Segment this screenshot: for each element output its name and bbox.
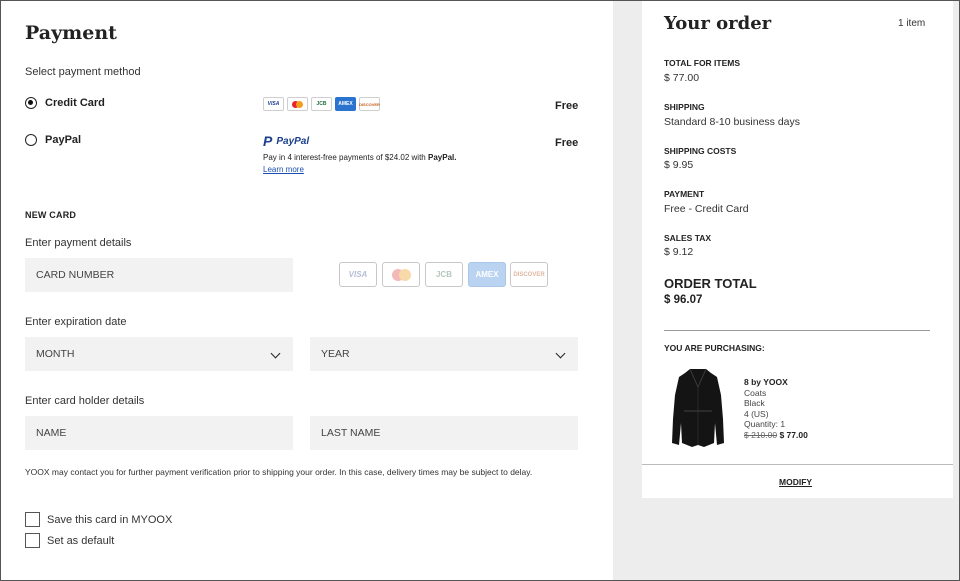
shipping-label: SHIPPING — [664, 102, 705, 112]
month-select-value: MONTH — [36, 348, 75, 360]
payment-summary-value: Free - Credit Card — [664, 203, 749, 215]
product-size: 4 (US) — [744, 409, 769, 419]
year-select-value: YEAR — [321, 348, 350, 360]
modify-link[interactable]: MODIFY — [779, 477, 812, 487]
amex-card-icon: AMEX — [468, 262, 506, 287]
paypal-radio[interactable] — [25, 134, 37, 146]
paypal-installments-text: Pay in 4 interest-free payments of $24.0… — [263, 153, 457, 162]
jcb-card-icon: JCB — [425, 262, 463, 287]
payment-title: Payment — [25, 22, 117, 44]
order-total-value: $ 96.07 — [664, 294, 703, 306]
summary-divider — [664, 330, 930, 331]
name-input[interactable]: NAME — [25, 416, 293, 450]
shipping-value: Standard 8-10 business days — [664, 116, 801, 128]
product-new-price: $ 77.00 — [779, 430, 808, 440]
paypal-option-label[interactable]: PayPal — [45, 134, 81, 146]
modify-divider — [642, 464, 953, 465]
month-select[interactable]: MONTH — [25, 337, 293, 371]
purchasing-label: YOU ARE PURCHASING: — [664, 343, 765, 353]
verification-disclaimer: YOOX may contact you for further payment… — [25, 467, 533, 477]
visa-icon: VISA — [263, 97, 284, 111]
sales-tax-label: SALES TAX — [664, 233, 712, 243]
discover-icon: DISCOVER — [359, 97, 380, 111]
amex-icon: AMEX — [335, 97, 356, 111]
product-old-price: $ 210.00 — [744, 430, 778, 440]
save-card-label[interactable]: Save this card in MYOOX — [47, 514, 172, 526]
jcb-icon: JCB — [311, 97, 332, 111]
product-color: Black — [744, 398, 765, 408]
total-items-label: TOTAL FOR ITEMS — [664, 58, 741, 68]
product-category: Coats — [744, 388, 767, 398]
mastercard-card-icon — [382, 262, 420, 287]
card-number-input[interactable]: CARD NUMBER — [25, 258, 293, 292]
credit-card-price: Free — [555, 100, 579, 112]
shipping-costs-label: SHIPPING COSTS — [664, 146, 737, 156]
paypal-logo: P PayPal — [263, 133, 309, 149]
year-select[interactable]: YEAR — [310, 337, 578, 371]
sales-tax-value: $ 9.12 — [664, 246, 694, 258]
paypal-wordmark: PayPal — [276, 135, 310, 147]
chevron-down-icon — [270, 348, 281, 359]
payment-details-label: Enter payment details — [25, 237, 132, 249]
visa-card-icon: VISA — [339, 262, 377, 287]
product-image — [672, 368, 724, 447]
last-name-input[interactable]: LAST NAME — [310, 416, 578, 450]
holder-label: Enter card holder details — [25, 395, 145, 407]
paypal-price: Free — [555, 137, 579, 149]
discover-card-icon: DISCOVER — [510, 262, 548, 287]
product-brand: 8 by YOOX — [744, 377, 788, 387]
set-default-label[interactable]: Set as default — [47, 535, 114, 547]
order-title: Your order — [664, 13, 772, 34]
set-default-checkbox[interactable] — [25, 533, 40, 548]
chevron-down-icon — [555, 348, 566, 359]
credit-card-option-label[interactable]: Credit Card — [45, 97, 105, 109]
expiration-label: Enter expiration date — [25, 316, 127, 328]
payment-summary-label: PAYMENT — [664, 189, 705, 199]
order-total-label: ORDER TOTAL — [664, 276, 757, 291]
paypal-p-icon: P — [263, 133, 273, 149]
item-count: 1 item — [898, 18, 926, 29]
select-method-label: Select payment method — [25, 66, 141, 78]
credit-card-radio[interactable] — [25, 97, 37, 109]
product-quantity: Quantity: 1 — [744, 419, 786, 429]
new-card-heading: NEW CARD — [25, 210, 77, 220]
save-card-checkbox[interactable] — [25, 512, 40, 527]
learn-more-link[interactable]: Learn more — [263, 165, 304, 174]
shipping-costs-value: $ 9.95 — [664, 159, 694, 171]
product-price: $ 210.00 $ 77.00 — [744, 430, 808, 440]
mastercard-icon — [287, 97, 308, 111]
total-items-value: $ 77.00 — [664, 72, 700, 84]
